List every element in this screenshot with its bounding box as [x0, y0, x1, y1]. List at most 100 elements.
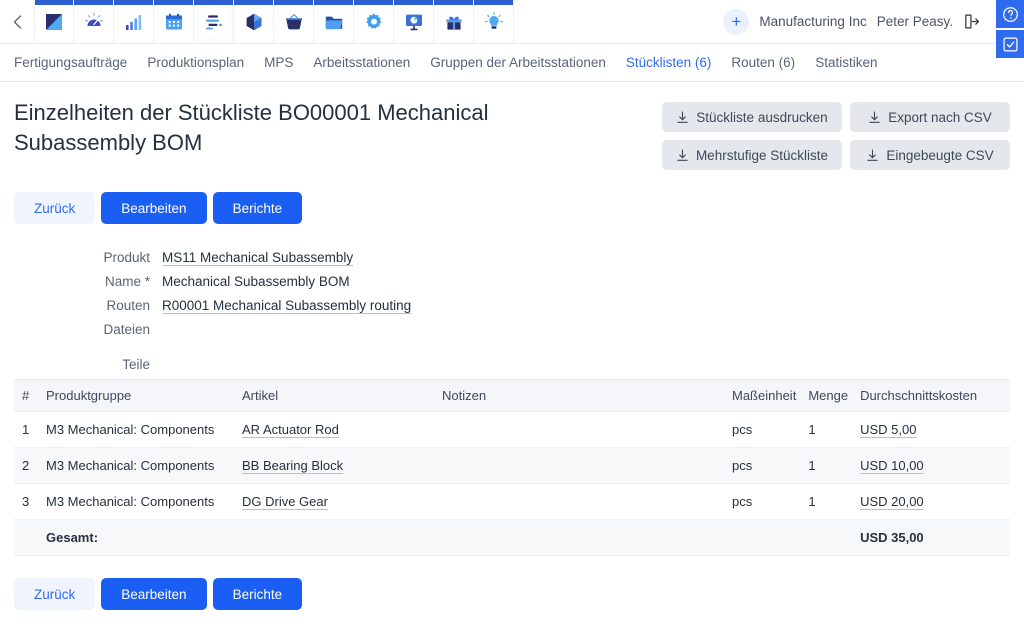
form-row-routen: Routen R00001 Mechanical Subassembly rou…	[14, 298, 1010, 313]
basket-icon[interactable]	[274, 0, 314, 43]
gift-glyph	[442, 10, 466, 34]
col-produktgruppe: Produktgruppe	[40, 380, 236, 412]
row-produktgruppe: M3 Mechanical: Components	[40, 448, 236, 484]
tab-arbeitsstationen[interactable]: Arbeitsstationen	[313, 55, 410, 70]
logout-icon[interactable]	[963, 13, 980, 30]
tab-gruppen-der-arbeitsstationen[interactable]: Gruppen der Arbeitsstationen	[430, 55, 606, 70]
edit-button-bottom[interactable]: Bearbeiten	[101, 578, 206, 610]
cube-icon[interactable]	[234, 0, 274, 43]
download-icon	[676, 111, 689, 124]
total-spacer	[14, 520, 40, 556]
print-bom-button[interactable]: Stückliste ausdrucken	[662, 102, 842, 132]
total-label: Gesamt:	[40, 520, 236, 556]
routen-value[interactable]: R00001 Mechanical Subassembly routing	[162, 298, 411, 313]
edit-button[interactable]: Bearbeiten	[101, 192, 206, 224]
print-bom-label: Stückliste ausdrucken	[696, 110, 827, 125]
kosten-link[interactable]: USD 20,00	[860, 494, 924, 509]
tab-routen[interactable]: Routen (6)	[731, 55, 795, 70]
module-tabs: Fertigungsaufträge Produktionsplan MPS A…	[0, 44, 1024, 82]
add-button[interactable]: +	[723, 9, 749, 35]
back-chevron-icon[interactable]	[0, 0, 34, 43]
row-index: 3	[14, 484, 40, 520]
kosten-link[interactable]: USD 10,00	[860, 458, 924, 473]
calendar-glyph	[162, 10, 186, 34]
gift-icon[interactable]	[434, 0, 474, 43]
download-icon	[866, 149, 879, 162]
row-durchschnittskosten: USD 5,00	[854, 412, 1010, 448]
form-row-name: Name * Mechanical Subassembly BOM	[14, 274, 1010, 289]
artikel-link[interactable]: BB Bearing Block	[242, 458, 343, 473]
multilevel-bom-button[interactable]: Mehrstufige Stückliste	[662, 140, 842, 170]
basket-glyph	[282, 10, 306, 34]
total-spacer-4	[726, 520, 802, 556]
produkt-label: Produkt	[14, 250, 162, 265]
kosten-link[interactable]: USD 5,00	[860, 422, 916, 437]
indented-csv-button[interactable]: Eingebeugte CSV	[850, 140, 1010, 170]
gauge-icon[interactable]	[74, 0, 114, 43]
row-artikel: AR Actuator Rod	[236, 412, 436, 448]
total-spacer-3	[436, 520, 726, 556]
row-masseinheit: pcs	[726, 484, 802, 520]
folder-icon[interactable]	[314, 0, 354, 43]
row-artikel: DG Drive Gear	[236, 484, 436, 520]
produkt-value[interactable]: MS11 Mechanical Subassembly	[162, 250, 353, 265]
artikel-link[interactable]: DG Drive Gear	[242, 494, 328, 509]
parts-table-head: # Produktgruppe Artikel Notizen Maßeinhe…	[14, 380, 1010, 412]
row-index: 1	[14, 412, 40, 448]
row-masseinheit: pcs	[726, 412, 802, 448]
indented-csv-label: Eingebeugte CSV	[886, 148, 993, 163]
col-durchschnittskosten: Durchschnittskosten	[854, 380, 1010, 412]
tab-fertigungsauftraege[interactable]: Fertigungsaufträge	[14, 55, 127, 70]
table-row[interactable]: 3 M3 Mechanical: Components DG Drive Gea…	[14, 484, 1010, 520]
help-icon[interactable]	[996, 0, 1024, 28]
download-icon	[868, 111, 881, 124]
bottom-action-buttons: Zurück Bearbeiten Berichte	[14, 578, 1010, 610]
organization-name[interactable]: Manufacturing Inc	[759, 14, 866, 29]
tab-mps[interactable]: MPS	[264, 55, 293, 70]
row-notizen	[436, 412, 726, 448]
total-spacer-5	[802, 520, 854, 556]
gear-icon[interactable]	[354, 0, 394, 43]
side-rail	[996, 0, 1024, 58]
reports-button[interactable]: Berichte	[213, 192, 303, 224]
row-menge: 1	[802, 412, 854, 448]
back-button-bottom[interactable]: Zurück	[14, 578, 95, 610]
presentation-chart-icon[interactable]	[394, 0, 434, 43]
bar-chart-icon[interactable]	[114, 0, 154, 43]
app-root: + Manufacturing Inc Peter Peasy.	[0, 0, 1024, 640]
back-button[interactable]: Zurück	[14, 192, 95, 224]
artikel-link[interactable]: AR Actuator Rod	[242, 422, 339, 437]
user-name[interactable]: Peter Peasy.	[877, 14, 953, 29]
list-tasks-icon[interactable]	[194, 0, 234, 43]
table-row[interactable]: 1 M3 Mechanical: Components AR Actuator …	[14, 412, 1010, 448]
tab-statistiken[interactable]: Statistiken	[815, 55, 877, 70]
lightbulb-icon[interactable]	[474, 0, 514, 43]
dashboard-square-icon[interactable]	[34, 0, 74, 43]
row-produktgruppe: M3 Mechanical: Components	[40, 412, 236, 448]
row-notizen	[436, 448, 726, 484]
row-durchschnittskosten: USD 20,00	[854, 484, 1010, 520]
parts-section-label: Teile	[14, 357, 162, 372]
col-masseinheit: Maßeinheit	[726, 380, 802, 412]
presentation-chart-glyph	[402, 10, 426, 34]
tab-produktionsplan[interactable]: Produktionsplan	[147, 55, 244, 70]
checkbox-check-icon[interactable]	[996, 30, 1024, 58]
total-value: USD 35,00	[854, 520, 1010, 556]
tab-stuecklisten[interactable]: Stücklisten (6)	[626, 55, 712, 70]
title-row: Einzelheiten der Stückliste BO00001 Mech…	[14, 82, 1010, 170]
gear-glyph	[362, 10, 386, 34]
page-title: Einzelheiten der Stückliste BO00001 Mech…	[14, 98, 534, 159]
export-csv-button[interactable]: Export nach CSV	[850, 102, 1010, 132]
reports-button-bottom[interactable]: Berichte	[213, 578, 303, 610]
calendar-icon[interactable]	[154, 0, 194, 43]
total-spacer-2	[236, 520, 436, 556]
row-menge: 1	[802, 448, 854, 484]
folder-glyph	[322, 10, 346, 34]
row-index: 2	[14, 448, 40, 484]
top-navigation-bar: + Manufacturing Inc Peter Peasy.	[0, 0, 1024, 44]
table-row[interactable]: 2 M3 Mechanical: Components BB Bearing B…	[14, 448, 1010, 484]
name-value: Mechanical Subassembly BOM	[162, 274, 350, 289]
name-label: Name *	[14, 274, 162, 289]
table-total-row: Gesamt: USD 35,00	[14, 520, 1010, 556]
row-menge: 1	[802, 484, 854, 520]
